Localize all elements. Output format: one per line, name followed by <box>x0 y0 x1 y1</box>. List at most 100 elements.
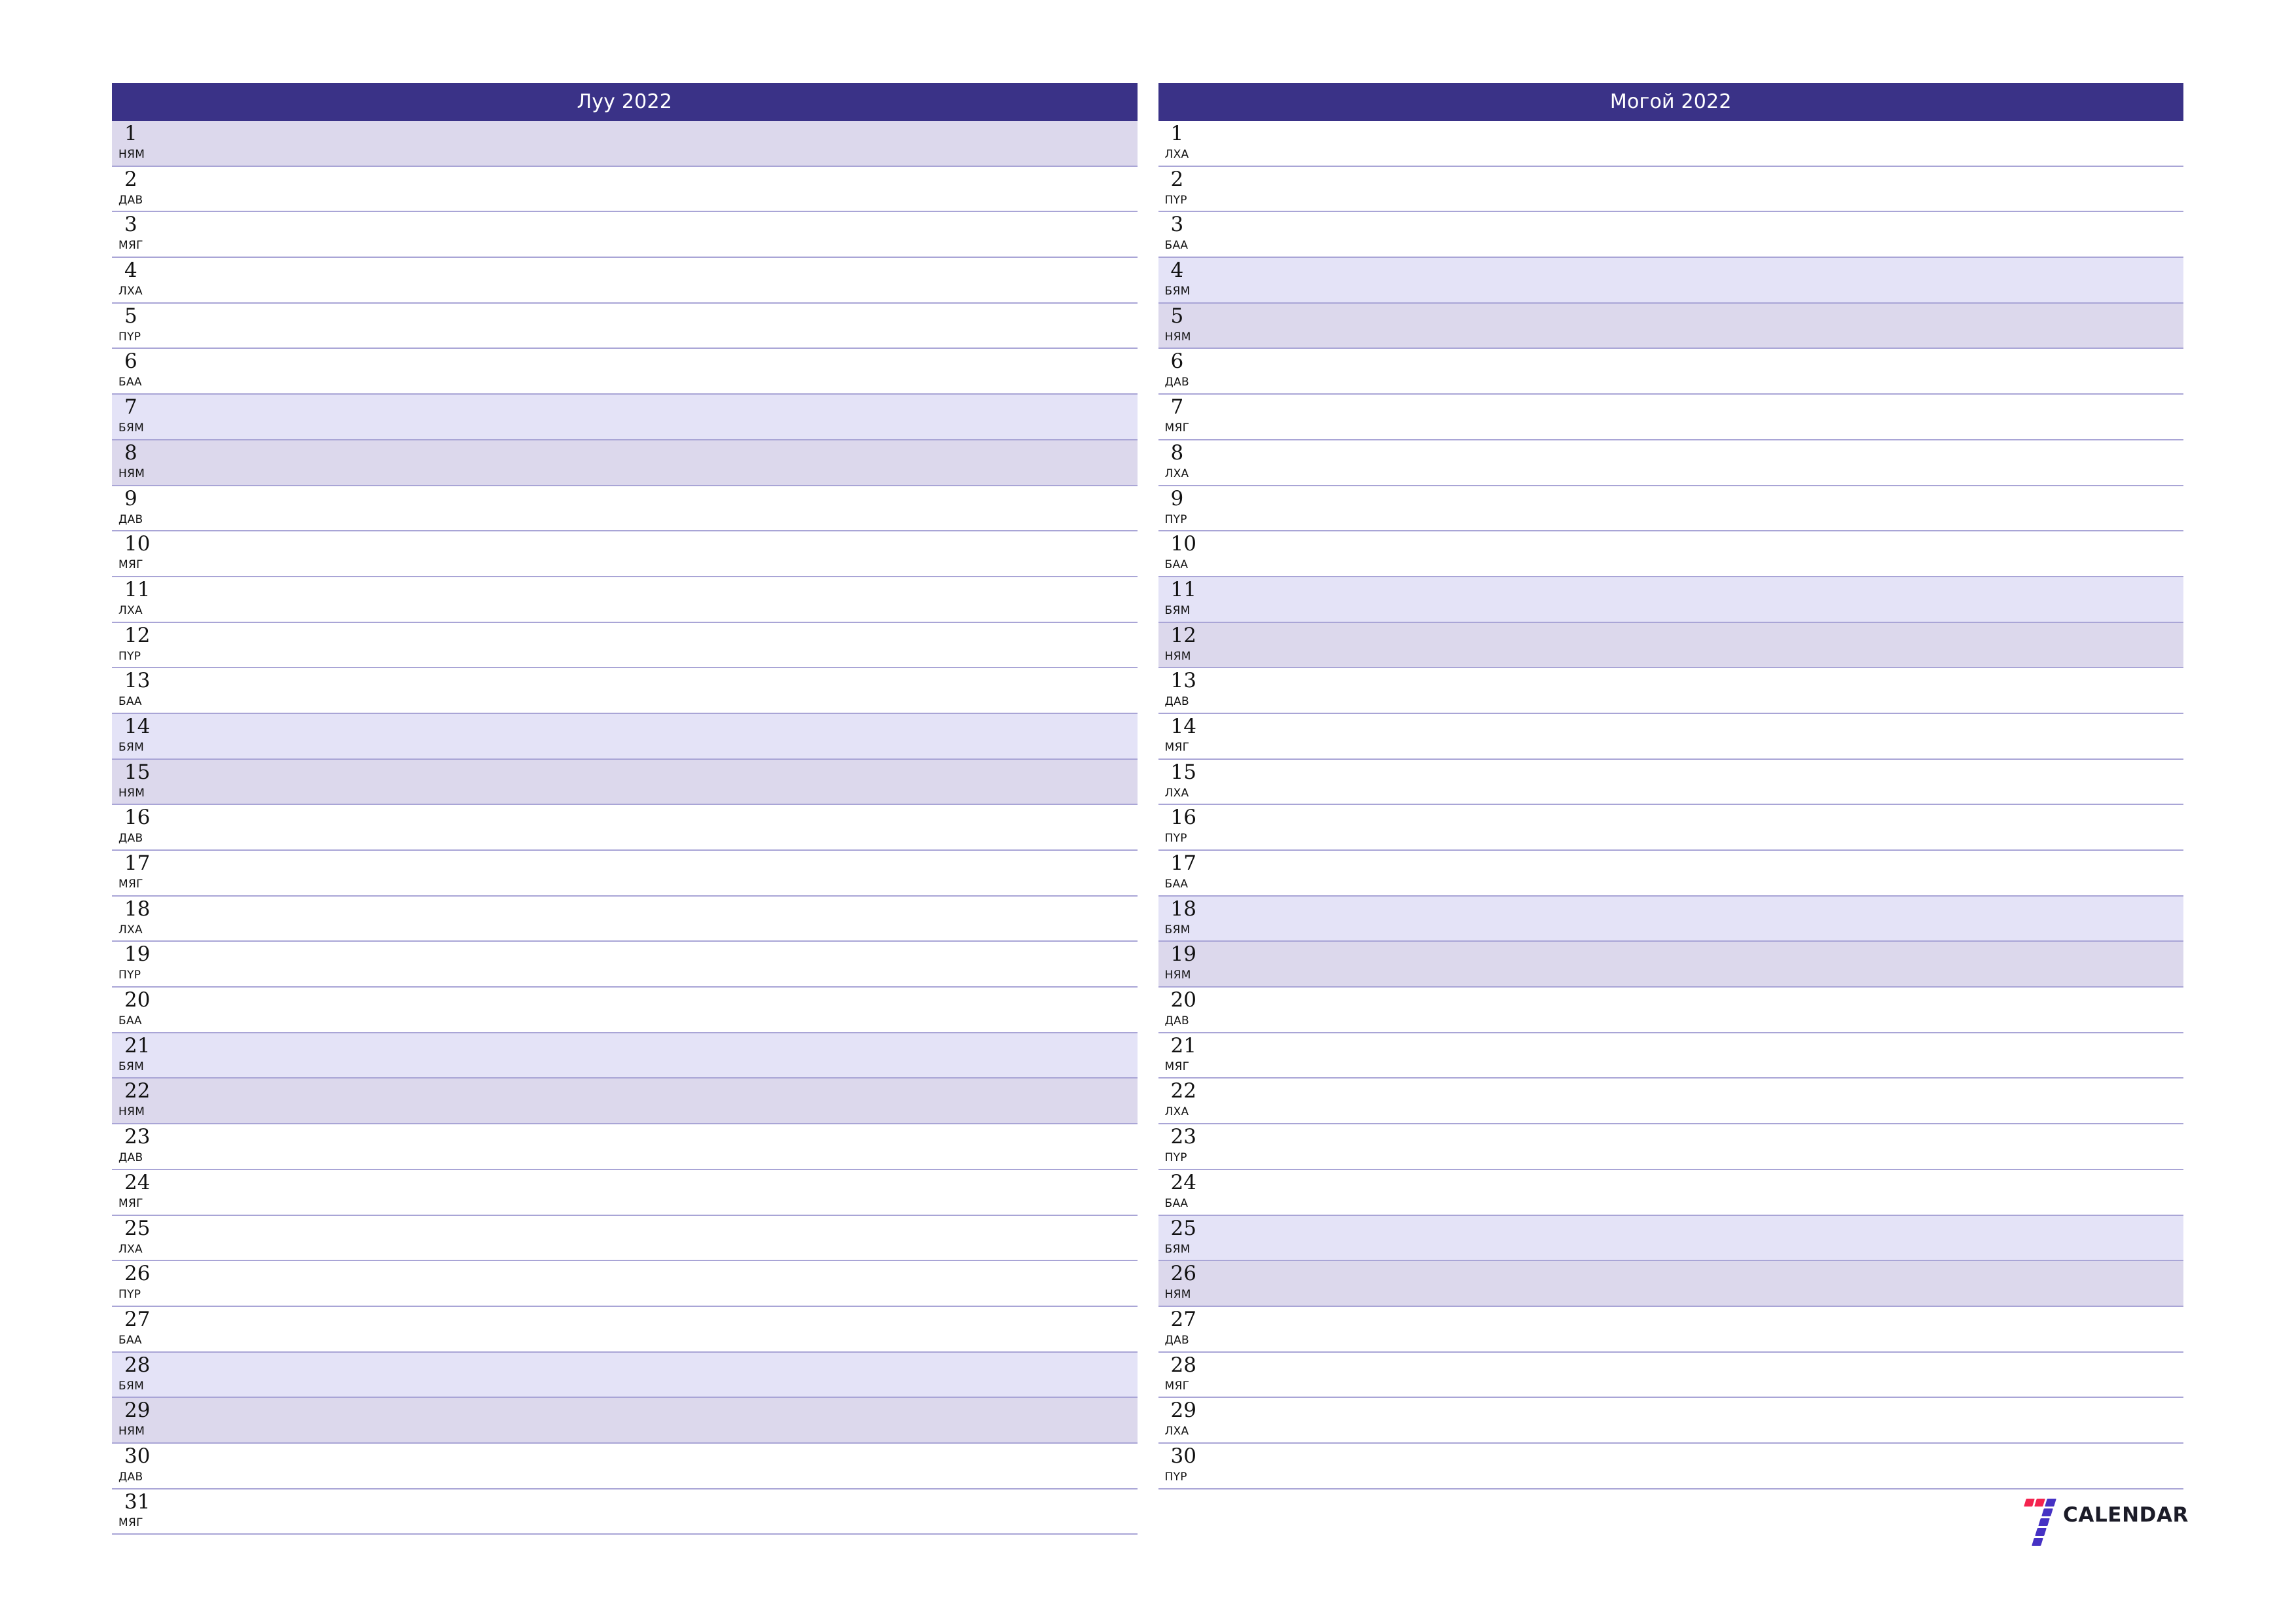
day-row[interactable]: 20 БАА <box>112 988 1138 1033</box>
day-row[interactable]: 5 НЯМ <box>1158 303 2183 349</box>
day-row[interactable]: 2 ПҮР <box>1158 166 2183 213</box>
day-row[interactable]: 7 МЯГ <box>1158 395 2183 440</box>
day-row[interactable]: 23 ПҮР <box>1158 1124 2183 1170</box>
day-row[interactable]: 18 БЯМ <box>1158 896 2183 942</box>
day-weekday-abbr: ДАВ <box>118 1470 143 1484</box>
day-row[interactable]: 30 ПҮР <box>1158 1443 2183 1489</box>
day-number: 27 <box>124 1307 151 1331</box>
day-row[interactable]: 22 НЯМ <box>112 1079 1138 1125</box>
day-weekday-abbr: ЛХА <box>118 923 143 936</box>
day-row[interactable]: 16 ДАВ <box>112 805 1138 851</box>
day-row[interactable]: 16 ПҮР <box>1158 805 2183 851</box>
day-weekday-abbr: ЛХА <box>118 603 143 617</box>
day-weekday-abbr: ПҮР <box>1164 193 1187 207</box>
day-number: 18 <box>1170 897 1196 921</box>
day-weekday-abbr: ДАВ <box>118 1151 143 1165</box>
day-weekday-abbr: ЛХА <box>1164 786 1189 800</box>
day-row[interactable]: 14 МЯГ <box>1158 713 2183 760</box>
day-row[interactable]: 28 МЯГ <box>1158 1352 2183 1399</box>
day-number: 29 <box>1170 1399 1196 1423</box>
day-row[interactable]: 15 ЛХА <box>1158 759 2183 806</box>
day-row[interactable]: 23 ДАВ <box>112 1124 1138 1170</box>
day-number: 8 <box>1170 440 1184 465</box>
day-row[interactable]: 9 ПҮР <box>1158 486 2183 532</box>
day-weekday-abbr: НЯМ <box>1164 649 1191 663</box>
day-weekday-abbr: НЯМ <box>1164 1288 1191 1302</box>
day-weekday-abbr: БЯМ <box>1164 923 1191 936</box>
day-number: 25 <box>124 1216 151 1240</box>
day-row[interactable]: 29 ЛХА <box>1158 1398 2183 1444</box>
day-number: 26 <box>1170 1262 1196 1286</box>
day-row[interactable]: 29 НЯМ <box>112 1398 1138 1444</box>
day-number: 17 <box>124 851 151 875</box>
day-row[interactable]: 12 ПҮР <box>112 622 1138 669</box>
day-row[interactable]: 24 МЯГ <box>112 1169 1138 1216</box>
day-number: 27 <box>1170 1307 1196 1331</box>
day-number: 20 <box>1170 988 1196 1012</box>
day-number: 19 <box>124 942 151 967</box>
day-row[interactable]: 26 ПҮР <box>112 1261 1138 1307</box>
day-row[interactable]: 30 ДАВ <box>112 1443 1138 1489</box>
day-row[interactable]: 3 МЯГ <box>112 212 1138 259</box>
day-row[interactable]: 5 ПҮР <box>112 303 1138 349</box>
day-number: 5 <box>124 304 137 328</box>
day-row[interactable]: 14 БЯМ <box>112 713 1138 760</box>
day-row[interactable]: 27 БАА <box>112 1306 1138 1353</box>
day-row[interactable]: 20 ДАВ <box>1158 988 2183 1033</box>
day-row[interactable]: 11 ЛХА <box>112 577 1138 623</box>
day-weekday-abbr: ДАВ <box>1164 1014 1189 1028</box>
seven-logo-icon <box>2022 1496 2062 1546</box>
day-row[interactable]: 28 БЯМ <box>112 1352 1138 1399</box>
day-row[interactable]: 3 БАА <box>1158 212 2183 259</box>
day-row[interactable]: 10 МЯГ <box>112 531 1138 577</box>
day-row[interactable]: 19 НЯМ <box>1158 942 2183 988</box>
day-row[interactable]: 13 ДАВ <box>1158 668 2183 714</box>
day-weekday-abbr: МЯГ <box>1164 421 1190 435</box>
day-weekday-abbr: ДАВ <box>118 512 143 526</box>
day-row[interactable]: 10 БАА <box>1158 531 2183 577</box>
day-row[interactable]: 17 МЯГ <box>112 851 1138 897</box>
day-row[interactable]: 17 БАА <box>1158 851 2183 897</box>
day-row[interactable]: 4 БЯМ <box>1158 258 2183 304</box>
day-row[interactable]: 1 ЛХА <box>1158 121 2183 167</box>
day-row[interactable]: 24 БАА <box>1158 1169 2183 1216</box>
day-weekday-abbr: МЯГ <box>1164 1060 1190 1073</box>
logo-wordmark: CALENDAR <box>2063 1503 2189 1527</box>
day-row[interactable]: 21 БЯМ <box>112 1033 1138 1079</box>
day-row[interactable]: 8 НЯМ <box>112 440 1138 486</box>
day-row[interactable]: 13 БАА <box>112 668 1138 714</box>
day-number: 20 <box>124 988 151 1012</box>
day-row[interactable]: 9 ДАВ <box>112 486 1138 532</box>
day-weekday-abbr: МЯГ <box>118 1516 143 1529</box>
day-number: 10 <box>1170 532 1196 556</box>
day-row[interactable]: 31 МЯГ <box>112 1489 1138 1535</box>
day-number: 23 <box>124 1125 151 1149</box>
day-row[interactable]: 12 НЯМ <box>1158 622 2183 669</box>
day-row[interactable]: 6 БАА <box>112 349 1138 395</box>
day-row[interactable]: 4 ЛХА <box>112 258 1138 304</box>
day-number: 14 <box>124 714 151 738</box>
day-row[interactable]: 25 БЯМ <box>1158 1215 2183 1262</box>
day-row[interactable]: 22 ЛХА <box>1158 1079 2183 1125</box>
day-row[interactable]: 8 ЛХА <box>1158 440 2183 486</box>
day-row[interactable]: 19 ПҮР <box>112 942 1138 988</box>
day-row[interactable]: 11 БЯМ <box>1158 577 2183 623</box>
day-row[interactable]: 6 ДАВ <box>1158 349 2183 395</box>
day-row[interactable]: 1 НЯМ <box>112 121 1138 167</box>
day-row[interactable]: 26 НЯМ <box>1158 1261 2183 1307</box>
day-row[interactable]: 25 ЛХА <box>112 1215 1138 1262</box>
day-row[interactable]: 7 БЯМ <box>112 395 1138 440</box>
day-weekday-abbr: ПҮР <box>118 649 141 663</box>
day-row[interactable]: 18 ЛХА <box>112 896 1138 942</box>
day-row[interactable]: 21 МЯГ <box>1158 1033 2183 1079</box>
day-row[interactable]: 2 ДАВ <box>112 166 1138 213</box>
day-row[interactable]: 27 ДАВ <box>1158 1306 2183 1353</box>
day-weekday-abbr: ЛХА <box>1164 148 1189 161</box>
day-weekday-abbr: МЯГ <box>118 239 143 253</box>
day-list-right: 1 ЛХА 2 ПҮР 3 БАА 4 БЯМ 5 НЯМ 6 ДАВ 7 МЯГ 8 ЛХА 9 ПҮР 10 БА… <box>1158 121 2183 1539</box>
day-number: 28 <box>124 1353 151 1377</box>
day-number: 12 <box>1170 623 1196 647</box>
month-column-left: Луу 2022 1 НЯМ 2 ДАВ 3 МЯГ 4 ЛХА 5 ПҮР 6 БАА 7 БЯМ 8 НЯ… <box>112 83 1138 1539</box>
day-row[interactable]: 15 НЯМ <box>112 759 1138 806</box>
day-weekday-abbr: МЯГ <box>1164 1379 1190 1393</box>
